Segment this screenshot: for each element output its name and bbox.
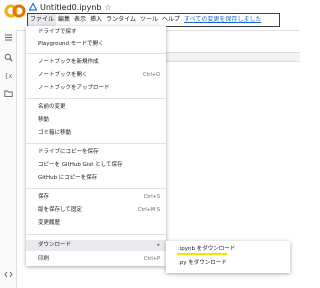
star-icon[interactable]: ☆ xyxy=(104,3,111,12)
menu-item-revision-history[interactable]: 変更履歴 xyxy=(26,218,166,229)
menu-item-locate-in-drive[interactable]: ドライブで探す xyxy=(26,27,166,38)
menu-icon[interactable] xyxy=(4,33,13,42)
menu-item-save-copy-gist[interactable]: コピーを GitHub Gist として保存 xyxy=(26,160,166,171)
variables-icon[interactable]: {x} xyxy=(4,71,14,80)
menu-edit[interactable]: 編集 xyxy=(56,14,72,26)
download-submenu: .ipynb をダウンロード .py をダウンロード xyxy=(166,241,290,273)
menu-item-open-playground[interactable]: Playground モードで開く xyxy=(26,39,166,50)
folder-icon[interactable] xyxy=(4,89,13,98)
highlight-underline xyxy=(177,253,227,255)
menu-divider xyxy=(26,53,166,54)
menu-runtime[interactable]: ランタイム xyxy=(104,14,138,26)
notebook-title[interactable]: Untitled0.ipynb xyxy=(40,3,101,12)
menubar: ファイル 編集 表示 挿入 ランタイム ツール ヘルプ すべての変更を保存しまし… xyxy=(27,13,280,27)
menu-divider xyxy=(26,143,166,144)
left-rail: {x} xyxy=(0,30,17,288)
menu-item-move[interactable]: 移動 xyxy=(26,115,166,126)
download-ipynb-item[interactable]: .ipynb をダウンロード xyxy=(166,244,290,255)
menu-item-rename[interactable]: 名前の変更 xyxy=(26,102,166,113)
menu-file[interactable]: ファイル xyxy=(28,14,57,26)
colab-logo-icon[interactable] xyxy=(4,4,26,18)
menu-tools[interactable]: ツール xyxy=(138,14,160,26)
svg-text:{x}: {x} xyxy=(5,72,14,80)
notebook-title-row: Untitled0.ipynb ☆ xyxy=(29,1,112,13)
save-status-link[interactable]: すべての変更を保存しました xyxy=(182,14,263,26)
menu-item-print[interactable]: 印刷 Ctrl+P xyxy=(26,254,166,265)
menu-divider xyxy=(26,98,166,99)
menu-item-save-and-pin[interactable]: 版を保存して固定 Ctrl+M S xyxy=(26,205,166,216)
menu-item-save[interactable]: 保存 Ctrl+S xyxy=(26,192,166,203)
menu-item-download[interactable]: ダウンロード ▸ xyxy=(26,240,166,251)
menu-item-move-to-trash[interactable]: ゴミ箱に移動 xyxy=(26,128,166,139)
menu-item-new-notebook[interactable]: ノートブックを新規作成 xyxy=(26,57,166,68)
drive-icon xyxy=(29,3,37,11)
menu-divider xyxy=(26,188,166,189)
menu-item-save-copy-github[interactable]: GitHub にコピーを保存 xyxy=(26,173,166,184)
menu-item-upload-notebook[interactable]: ノートブックをアップロード xyxy=(26,83,166,94)
code-cell-toolbar xyxy=(165,52,300,62)
menu-item-open-notebook[interactable]: ノートブックを開く Ctrl+O xyxy=(26,70,166,81)
download-py-item[interactable]: .py をダウンロード xyxy=(166,258,290,269)
search-icon[interactable] xyxy=(4,53,13,62)
menu-item-save-copy-drive[interactable]: ドライブにコピーを保存 xyxy=(26,147,166,158)
menu-view[interactable]: 表示 xyxy=(72,14,88,26)
chevron-right-icon: ▸ xyxy=(157,242,160,248)
file-menu: ドライブで探す Playground モードで開く ノートブックを新規作成 ノー… xyxy=(26,26,166,266)
menu-help[interactable]: ヘルプ xyxy=(160,14,182,26)
code-snippets-icon[interactable] xyxy=(4,270,13,279)
menu-divider xyxy=(26,234,166,235)
menu-insert[interactable]: 挿入 xyxy=(88,14,104,26)
